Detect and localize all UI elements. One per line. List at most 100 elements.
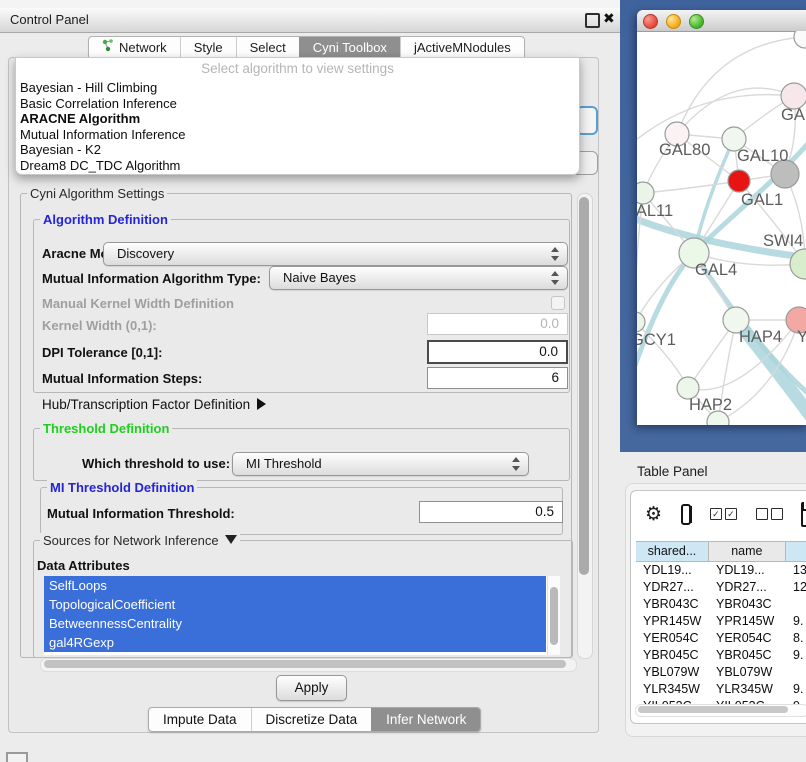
dpi-tolerance-field[interactable]: 0.0 [427, 340, 568, 364]
dropdown-item-mutual-information-inference[interactable]: Mutual Information Inference [16, 127, 579, 143]
table-cell: YDL19... [636, 562, 709, 579]
mi-type-label: Mutual Information Algorithm Type: [42, 271, 261, 286]
mi-steps-field[interactable]: 6 [427, 367, 568, 389]
tab-discretize-data[interactable]: Discretize Data [251, 708, 372, 731]
export-table-icon[interactable] [801, 502, 806, 527]
network-node-label: SWI4 [763, 232, 803, 250]
table-cell: YER054C [709, 630, 786, 647]
mi-threshold-definition-title: MI Threshold Definition [47, 480, 197, 495]
table-row[interactable]: YBR043CYBR043C [636, 596, 806, 613]
mi-threshold-value: 0.5 [535, 504, 554, 519]
deselect-all-icon[interactable] [756, 508, 783, 520]
scrollbar-thumb[interactable] [638, 706, 788, 713]
table-row[interactable]: YDR27...YDR27...12 [636, 579, 806, 596]
manual-kernel-checkbox[interactable] [551, 296, 565, 310]
hub-section-toggle[interactable]: Hub/Transcription Factor Definition [42, 397, 266, 412]
table-row[interactable]: YBL079WYBL079W [636, 664, 806, 681]
table-cell: YBR043C [709, 596, 786, 613]
tab-infer-network[interactable]: Infer Network [371, 708, 480, 731]
columns-icon[interactable] [681, 504, 691, 525]
minimized-panel-icon[interactable] [6, 752, 28, 762]
checked-box-icon: ✓ [710, 508, 722, 520]
tab-network[interactable]: Network [89, 37, 180, 59]
gear-icon[interactable]: ⚙ [645, 503, 662, 526]
tab-label: Network [119, 37, 167, 59]
close-traffic-light[interactable] [643, 14, 658, 29]
zoom-traffic-light[interactable] [689, 14, 704, 29]
network-node-gal1[interactable] [728, 170, 750, 192]
column-header-shared[interactable]: shared... [636, 542, 709, 561]
table-cell: 9. [786, 681, 806, 698]
attribute-item-topologicalcoefficient[interactable]: TopologicalCoefficient [44, 595, 546, 614]
table-horizontal-scrollbar[interactable] [635, 704, 806, 717]
network-node-label: GAL1 [741, 191, 783, 209]
select-all-icon[interactable]: ✓ ✓ [710, 508, 737, 520]
attribute-item-betweennesscentrality[interactable]: BetweennessCentrality [44, 614, 546, 633]
table-row[interactable]: YBR045CYBR045C9. [636, 647, 806, 664]
kernel-width-field[interactable]: 0.0 [427, 313, 568, 335]
table-cell: YDR27... [709, 579, 786, 596]
tab-impute-data[interactable]: Impute Data [149, 708, 251, 731]
table-cell: YBR045C [636, 647, 709, 664]
table-body: YDL19...YDL19...13YDR27...YDR27...12YBR0… [636, 562, 806, 715]
control-panel-title: Control Panel [10, 12, 89, 27]
attribute-item-gal4rgexp[interactable]: gal4RGexp [44, 633, 546, 652]
float-window-icon[interactable] [585, 13, 600, 28]
table-cell: YDR27... [636, 579, 709, 596]
dropdown-item-bayesian-k2[interactable]: Bayesian - K2 [16, 142, 579, 158]
table-cell: YBR043C [636, 596, 709, 613]
settings-horizontal-scrollbar[interactable] [40, 658, 577, 672]
scrollbar-thumb[interactable] [579, 197, 589, 575]
settings-vertical-scrollbar[interactable] [577, 193, 593, 659]
apply-button[interactable]: Apply [276, 675, 347, 701]
scrollbar-thumb[interactable] [44, 660, 566, 668]
table-cell: YDL19... [709, 562, 786, 579]
table-row[interactable]: YER054CYER054C8. [636, 630, 806, 647]
network-graph-canvas[interactable]: GALGAL80GAL10GAL1GAL11SWI4GAL4GCY1HAP4YH… [637, 31, 806, 425]
dropdown-item-aracne-algorithm[interactable]: ARACNE Algorithm [16, 111, 579, 127]
table-row[interactable]: YPR145WYPR145W9. [636, 613, 806, 630]
dropdown-item-bayesian-hill-climbing[interactable]: Bayesian - Hill Climbing [16, 80, 579, 96]
tab-cyni-toolbox[interactable]: Cyni Toolbox [299, 37, 400, 59]
column-header-name[interactable]: name [709, 542, 786, 561]
table-panel-title: Table Panel [637, 464, 708, 479]
tab-style[interactable]: Style [180, 37, 236, 59]
mi-threshold-field[interactable]: 0.5 [419, 501, 563, 523]
combobox-arrows-icon [551, 247, 558, 261]
dpi-tolerance-value: 0.0 [539, 344, 558, 359]
table-row[interactable]: YLR345WYLR345W9. [636, 681, 806, 698]
tab-select[interactable]: Select [236, 37, 299, 59]
aracne-mode-combobox[interactable]: Discovery [103, 242, 568, 266]
sources-group-toggle[interactable]: Sources for Network Inference [40, 533, 240, 548]
dropdown-item-basic-correlation-inference[interactable]: Basic Correlation Inference [16, 96, 579, 112]
dropdown-prompt: Select algorithm to view settings [16, 58, 579, 80]
minimize-traffic-light[interactable] [666, 14, 681, 29]
network-node-ntop[interactable] [794, 31, 806, 48]
expand-right-icon [257, 398, 266, 410]
aracne-mode-value: Discovery [117, 246, 174, 261]
attributes-list-scrollbar[interactable] [547, 576, 560, 655]
table-cell: 13 [786, 562, 806, 579]
table-cell: YLR345W [636, 681, 709, 698]
tab-label: Select [250, 37, 286, 59]
network-node-gcy1[interactable] [637, 312, 645, 332]
table-header-row: shared...nameA [636, 541, 806, 562]
dropdown-item-dream8-dc-tdc-algorithm[interactable]: Dream8 DC_TDC Algorithm [16, 158, 579, 174]
network-window-titlebar[interactable] [637, 10, 806, 32]
node-table: shared...nameA YDL19...YDL19...13YDR27..… [636, 541, 806, 715]
mi-type-combobox[interactable]: Naive Bayes [269, 266, 568, 290]
close-icon[interactable]: ✖ [603, 10, 615, 27]
scrollbar-thumb[interactable] [550, 587, 558, 645]
kernel-width-value: 0.0 [540, 316, 559, 331]
tab-label: Style [194, 37, 223, 59]
control-panel-titlebar: Control Panel ✖ [0, 8, 622, 33]
network-node-label: GAL [781, 106, 806, 124]
network-node-gal11[interactable] [637, 182, 654, 204]
settings-group-title: Cyni Algorithm Settings [27, 186, 167, 201]
attribute-item-selfloops[interactable]: SelfLoops [44, 576, 546, 595]
which-threshold-combobox[interactable]: MI Threshold [232, 452, 529, 476]
table-row[interactable]: YDL19...YDL19...13 [636, 562, 806, 579]
column-header-a[interactable]: A [786, 542, 806, 561]
tab-jactivemnodules[interactable]: jActiveMNodules [400, 37, 524, 59]
which-threshold-value: MI Threshold [246, 456, 322, 471]
